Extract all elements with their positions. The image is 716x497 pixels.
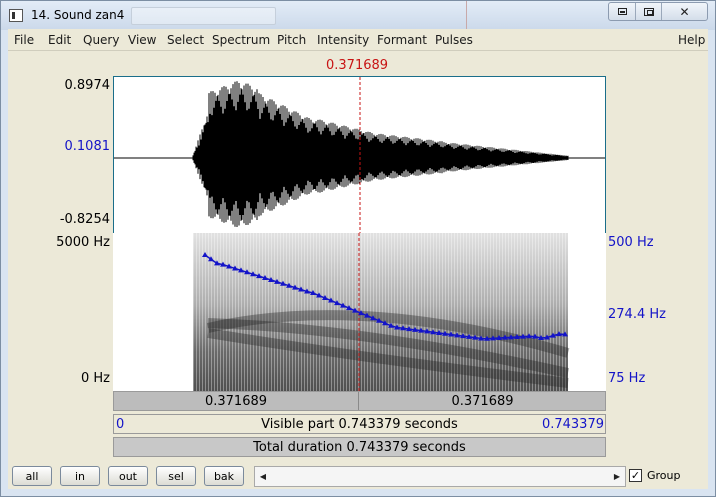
wave-ymid-label: 0.1081 [64, 139, 111, 154]
zoom-button-row: all in out sel bak ◀ ▶ [8, 463, 708, 489]
background-window-ghost [131, 7, 276, 25]
pitch-mid-label: 274.4 Hz [608, 307, 666, 322]
zoom-in-button[interactable]: in [60, 466, 100, 486]
wave-ymax-label: 0.8974 [64, 78, 111, 93]
cursor-time-bar[interactable]: 0.371689 0.371689 [113, 391, 606, 411]
menu-spectrum[interactable]: Spectrum [212, 33, 270, 47]
waveform-plot [114, 77, 605, 233]
waveform-samples [192, 81, 569, 227]
close-button[interactable]: ✕ [662, 3, 707, 20]
time-bar-right[interactable]: 0.371689 [360, 392, 605, 410]
menu-bar: File Edit Query View Select Spectrum Pit… [8, 29, 708, 51]
spectrogram-panel[interactable] [113, 233, 606, 391]
menu-pulses[interactable]: Pulses [435, 33, 473, 47]
waveform-trace [192, 81, 569, 227]
horizontal-scrollbar[interactable]: ◀ ▶ [254, 466, 626, 487]
menu-help[interactable]: Help [678, 33, 705, 47]
app-icon [9, 9, 23, 22]
total-duration-text: Total duration 0.743379 seconds [253, 439, 466, 455]
waveform-panel[interactable] [113, 76, 606, 234]
visible-part-bar[interactable]: 0 Visible part 0.743379 seconds 0.743379 [113, 414, 606, 434]
zoom-out-button[interactable]: out [108, 466, 148, 486]
minimize-button[interactable] [609, 3, 636, 20]
zoom-sel-button[interactable]: sel [156, 466, 196, 486]
menu-view[interactable]: View [128, 33, 156, 47]
menu-select[interactable]: Select [167, 33, 204, 47]
pitch-top-label: 500 Hz [608, 235, 654, 250]
pitch-bottom-label: 75 Hz [608, 371, 646, 386]
group-checkbox[interactable]: ✓ [629, 469, 642, 482]
maximize-button[interactable] [636, 3, 662, 20]
visible-end-label: 0.743379 [541, 416, 604, 432]
scroll-left-arrow-icon[interactable]: ◀ [255, 467, 271, 486]
menu-edit[interactable]: Edit [48, 33, 71, 47]
menu-pitch[interactable]: Pitch [277, 33, 306, 47]
menu-query[interactable]: Query [83, 33, 119, 47]
maximize-icon [643, 7, 654, 16]
wave-ymin-label: -0.8254 [59, 212, 110, 227]
menu-intensity[interactable]: Intensity [317, 33, 369, 47]
group-label: Group [647, 469, 681, 482]
menu-formant[interactable]: Formant [377, 33, 427, 47]
window-title: 14. Sound zan4 [31, 8, 125, 22]
zoom-back-button[interactable]: bak [204, 466, 244, 486]
spectrogram-plot [193, 233, 570, 391]
background-divider [466, 1, 467, 30]
title-bar[interactable]: 14. Sound zan4 ✕ [1, 1, 715, 30]
window-controls: ✕ [608, 2, 708, 21]
time-bar-left[interactable]: 0.371689 [114, 392, 359, 410]
spectrogram-energy [193, 233, 568, 391]
menu-file[interactable]: File [14, 33, 34, 47]
spec-freq-bottom-label: 0 Hz [80, 371, 110, 386]
spec-freq-top-label: 5000 Hz [56, 235, 110, 250]
cursor-time-label: 0.371689 [326, 58, 389, 73]
minimize-icon [617, 8, 627, 15]
scroll-right-arrow-icon[interactable]: ▶ [609, 467, 625, 486]
zoom-all-button[interactable]: all [12, 466, 52, 486]
total-duration-bar[interactable]: Total duration 0.743379 seconds [113, 437, 606, 457]
close-icon: ✕ [679, 4, 690, 19]
